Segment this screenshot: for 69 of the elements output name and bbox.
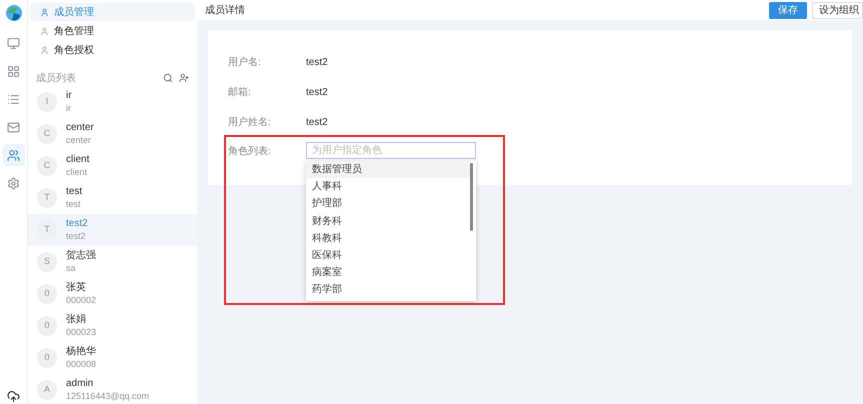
member-item[interactable]: 0 张娟 000023	[28, 310, 197, 342]
member-item[interactable]: A admin 125116443@qq.com	[28, 374, 197, 404]
users-icon[interactable]	[2, 144, 24, 166]
avatar: 0	[37, 316, 57, 336]
member-account: test2	[66, 230, 87, 242]
role-select-field[interactable]: 为用户指定角色	[306, 142, 476, 159]
avatar: 0	[37, 284, 57, 304]
nav-item[interactable]: 角色授权	[30, 41, 195, 59]
member-name: admin	[66, 378, 94, 390]
field-label: 用户名:	[228, 56, 262, 70]
member-account: 000008	[66, 358, 96, 370]
upload-cloud-icon[interactable]	[7, 390, 20, 403]
field-value: test2	[306, 86, 328, 100]
member-item[interactable]: T test test	[28, 182, 197, 214]
member-account: 125116443@qq.com	[66, 390, 150, 402]
member-name: 杨艳华	[66, 346, 96, 358]
person-icon	[40, 8, 49, 16]
dropdown-option[interactable]: 数据管理员	[306, 161, 470, 178]
member-name: center	[66, 122, 94, 134]
field-label: 用户姓名:	[228, 116, 272, 130]
member-name: ir	[66, 90, 72, 102]
dropdown-option[interactable]: 人事科	[306, 178, 470, 196]
member-account: center	[66, 134, 92, 146]
dropdown-option[interactable]: 护理部	[306, 195, 470, 213]
page-title: 成员详情	[205, 4, 246, 18]
member-name: test	[66, 186, 82, 198]
avatar: C	[37, 156, 57, 176]
dropdown-option[interactable]: 财务科	[306, 212, 470, 230]
logo-icon	[4, 4, 22, 22]
scrollbar[interactable]	[470, 163, 473, 231]
member-item[interactable]: I ir ir	[28, 86, 197, 118]
field-value: test2	[306, 116, 328, 130]
section-label: 成员列表	[36, 72, 77, 86]
member-item[interactable]: C center center	[28, 118, 197, 150]
person-icon	[40, 46, 49, 54]
dropdown-option[interactable]: 药学部	[306, 281, 470, 298]
member-name: test2	[66, 218, 88, 230]
member-account: 000002	[66, 294, 96, 306]
member-item[interactable]: C client client	[28, 150, 197, 182]
member-account: test	[66, 198, 82, 210]
member-item[interactable]: S 贺志强 sa	[28, 246, 197, 278]
avatar: I	[37, 92, 57, 112]
add-user-icon[interactable]	[179, 73, 189, 83]
member-account: ir	[66, 102, 72, 114]
member-name: 贺志强	[66, 250, 96, 262]
member-name: 张娟	[66, 314, 87, 326]
avatar: S	[37, 252, 57, 272]
member-name: 张英	[66, 282, 87, 294]
set-org-button[interactable]: 设为组织	[812, 2, 863, 18]
avatar: T	[37, 220, 57, 240]
member-account: 000023	[66, 326, 96, 338]
field-value: test2	[306, 56, 328, 70]
member-item[interactable]: 0 张英 000002	[28, 278, 197, 310]
avatar: 0	[37, 348, 57, 368]
person-icon	[40, 26, 49, 36]
field-label: 角色列表:	[228, 144, 272, 159]
avatar: A	[37, 380, 57, 400]
field-label: 邮箱:	[228, 86, 252, 100]
member-account: client	[66, 166, 88, 178]
member-account: sa	[66, 262, 77, 274]
avatar: T	[37, 188, 57, 208]
avatar: C	[37, 124, 57, 144]
nav-item[interactable]: 角色管理	[30, 22, 195, 40]
dropdown-option[interactable]: 病案室	[306, 264, 470, 282]
dropdown-option[interactable]: 医保科	[306, 246, 470, 264]
member-item[interactable]: 0 杨艳华 000008	[28, 342, 197, 374]
member-name: client	[66, 154, 90, 166]
search-icon[interactable]	[163, 73, 173, 83]
dropdown-option[interactable]: 科教科	[306, 230, 470, 247]
